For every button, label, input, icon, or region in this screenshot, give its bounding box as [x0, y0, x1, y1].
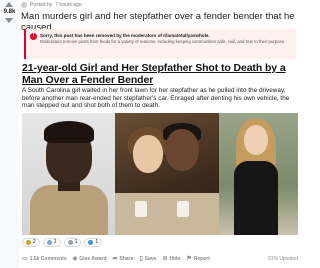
face-shape — [244, 125, 268, 155]
hide-button[interactable]: ⊘ Hide — [162, 256, 180, 262]
comments-button[interactable]: ▭ 1.5k Comments — [22, 256, 67, 262]
share-icon: ➦ — [112, 256, 118, 262]
awards-row: 2 1 1 1 — [22, 237, 103, 247]
award-badge[interactable]: 1 — [84, 237, 103, 247]
comments-label: 1.5k Comments — [29, 256, 67, 262]
posted-by-label: Posted by — [30, 2, 53, 8]
award-badge[interactable]: 2 — [22, 237, 40, 247]
cup-shape — [135, 201, 147, 217]
award-icon — [88, 239, 94, 245]
post-meta: Posted by 7 hours ago — [19, 0, 82, 10]
flag-icon: ⚑ — [186, 256, 192, 262]
cup-shape — [177, 201, 189, 217]
award-count: 2 — [33, 239, 36, 245]
user-avatar[interactable] — [21, 2, 27, 8]
award-icon — [67, 239, 73, 245]
gift-icon: ◈ — [72, 256, 78, 262]
article-summary: A South Carolina girl waited in her fron… — [22, 87, 290, 110]
upvote-ratio: 91% Upvoted — [268, 256, 298, 262]
give-award-button[interactable]: ◈ Give Award — [73, 256, 107, 262]
upvote-ratio-label: 91% Upvoted — [267, 256, 298, 262]
upvote-arrow-icon[interactable] — [5, 2, 13, 7]
photo-girl — [219, 113, 298, 235]
shirt-shape — [30, 185, 108, 235]
hide-icon: ⊘ — [162, 256, 168, 262]
downvote-arrow-icon[interactable] — [5, 18, 13, 23]
dress-shape — [234, 161, 278, 235]
removed-notice-body: Moderators remove posts from feeds for a… — [40, 39, 286, 44]
face-shape — [165, 129, 199, 171]
share-button[interactable]: ➦ Share — [113, 256, 134, 262]
award-count: 1 — [53, 239, 57, 245]
article-image[interactable]: 21-year-old Girl and Her Stepfather Shot… — [22, 62, 298, 235]
removed-notice: ! Sorry, this post has been removed by t… — [24, 29, 296, 59]
award-badge[interactable]: 1 — [63, 237, 82, 247]
give-award-label: Give Award — [79, 256, 107, 262]
share-label: Share — [119, 256, 134, 262]
award-icon — [26, 239, 31, 245]
comment-icon: ▭ — [22, 256, 28, 262]
article-headline: 21-year-old Girl and Her Stepfather Shot… — [22, 62, 286, 86]
hide-label: Hide — [169, 256, 181, 262]
award-count: 1 — [95, 239, 99, 245]
award-icon — [46, 239, 52, 245]
table-shape — [115, 193, 219, 235]
article-photos — [22, 113, 298, 235]
face-shape — [133, 135, 163, 173]
vote-score: 9.8k — [3, 9, 16, 15]
bookmark-icon: ▯ — [139, 256, 143, 262]
hair-shape — [44, 121, 94, 143]
save-label: Save — [144, 256, 157, 262]
report-label: Report — [193, 256, 210, 262]
post-age: 7 hours ago — [55, 2, 82, 8]
award-count: 1 — [74, 239, 78, 245]
post-content: Posted by 7 hours ago Man murders girl a… — [19, 0, 300, 268]
removed-notice-heading: Sorry, this post has been removed by the… — [40, 33, 210, 38]
photo-stepfather — [115, 113, 219, 235]
award-badge[interactable]: 1 — [42, 237, 61, 247]
report-button[interactable]: ⚑ Report — [186, 256, 210, 262]
save-button[interactable]: ▯ Save — [139, 256, 156, 262]
post-actions-bar: ▭ 1.5k Comments ◈ Give Award ➦ Share ▯ S… — [22, 253, 298, 265]
vote-column: 9.8k — [0, 0, 19, 268]
warning-icon: ! — [30, 33, 37, 40]
photo-suspect — [22, 113, 115, 235]
